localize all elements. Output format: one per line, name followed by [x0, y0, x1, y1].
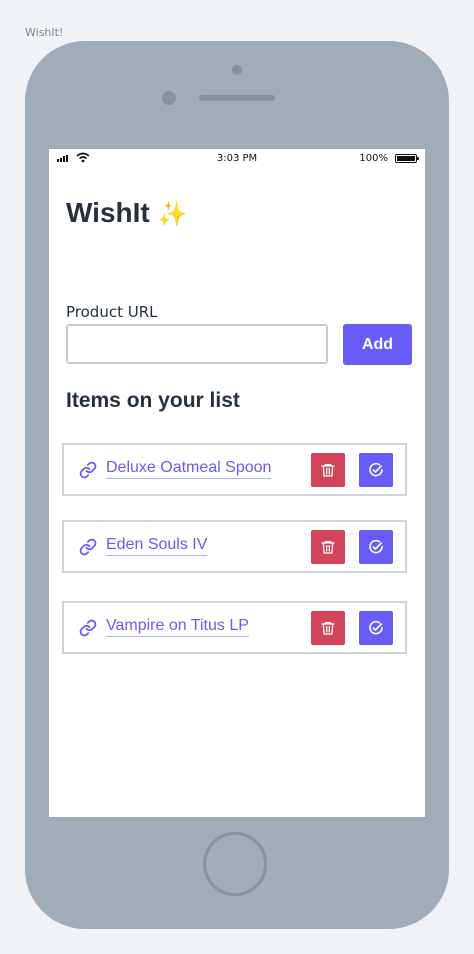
mark-done-button[interactable]: [359, 530, 393, 564]
delete-button[interactable]: [311, 453, 345, 487]
app-title-text: WishIt: [66, 197, 150, 228]
list-heading: Items on your list: [66, 389, 240, 412]
trash-icon: [321, 541, 335, 554]
item-link[interactable]: Deluxe Oatmeal Spoon: [106, 459, 272, 479]
list-item: Deluxe Oatmeal Spoon: [62, 443, 407, 496]
sparkles-icon: ✨: [157, 201, 188, 228]
page-label: WishIt!: [25, 26, 64, 39]
check-circle-icon: [369, 462, 383, 477]
phone-screen: 3:03 PM 100% WishIt ✨ Product URL Add It…: [49, 149, 425, 817]
link-icon: [79, 619, 97, 637]
battery-percentage: 100%: [359, 153, 388, 164]
battery-icon: [395, 154, 419, 163]
list-item: Eden Souls IV: [62, 520, 407, 573]
delete-button[interactable]: [311, 611, 345, 645]
status-bar: 3:03 PM 100%: [49, 149, 425, 169]
home-button[interactable]: [203, 832, 267, 896]
check-circle-icon: [369, 620, 383, 635]
trash-icon: [321, 464, 335, 477]
phone-speaker: [199, 95, 275, 101]
phone-frame: 3:03 PM 100% WishIt ✨ Product URL Add It…: [25, 41, 449, 929]
add-button[interactable]: Add: [343, 324, 412, 365]
mark-done-button[interactable]: [359, 611, 393, 645]
link-icon: [79, 461, 97, 479]
list-item: Vampire on Titus LP: [62, 601, 407, 654]
check-circle-icon: [369, 539, 383, 554]
phone-camera: [162, 91, 176, 105]
item-link[interactable]: Eden Souls IV: [106, 536, 208, 556]
link-icon: [79, 538, 97, 556]
product-url-input[interactable]: [66, 324, 328, 364]
delete-button[interactable]: [311, 530, 345, 564]
trash-icon: [321, 622, 335, 635]
item-link[interactable]: Vampire on Titus LP: [106, 617, 249, 637]
mark-done-button[interactable]: [359, 453, 393, 487]
phone-sensor: [232, 65, 242, 75]
app-title: WishIt ✨: [66, 197, 187, 229]
product-url-label: Product URL: [66, 303, 158, 321]
